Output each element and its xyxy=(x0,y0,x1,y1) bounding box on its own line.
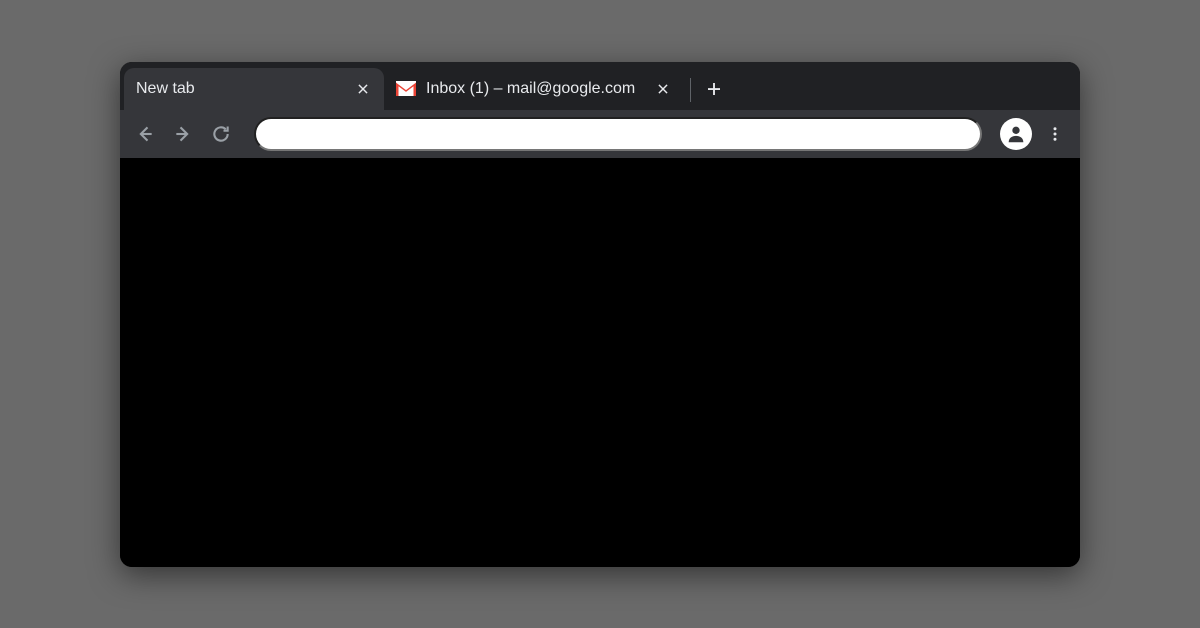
tab-title: New tab xyxy=(136,80,346,98)
forward-button[interactable] xyxy=(168,119,198,149)
content-area xyxy=(120,158,1080,567)
browser-window: New tab Inbox (1) – mail@google.com xyxy=(120,62,1080,567)
gmail-icon xyxy=(396,79,416,99)
new-tab-button[interactable] xyxy=(699,74,729,104)
menu-button[interactable] xyxy=(1040,119,1070,149)
profile-button[interactable] xyxy=(1000,118,1032,150)
tab-inactive[interactable]: Inbox (1) – mail@google.com xyxy=(384,68,684,110)
address-bar[interactable] xyxy=(254,117,982,151)
tab-divider xyxy=(690,78,691,102)
tab-active[interactable]: New tab xyxy=(124,68,384,110)
toolbar xyxy=(120,110,1080,158)
tab-title: Inbox (1) – mail@google.com xyxy=(426,80,646,98)
close-icon[interactable] xyxy=(354,80,372,98)
close-icon[interactable] xyxy=(654,80,672,98)
tab-strip: New tab Inbox (1) – mail@google.com xyxy=(120,62,1080,110)
reload-button[interactable] xyxy=(206,119,236,149)
back-button[interactable] xyxy=(130,119,160,149)
